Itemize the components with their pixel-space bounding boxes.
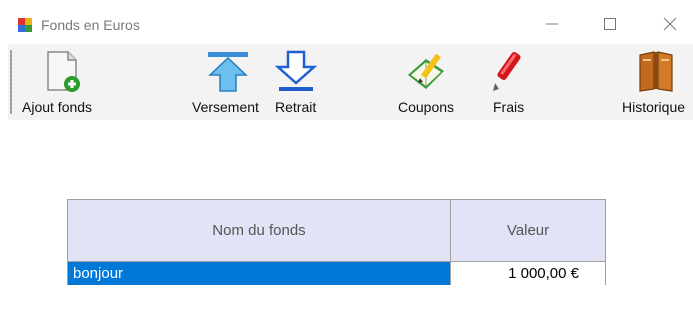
coupons-label: Coupons [398,99,455,115]
history-button[interactable]: Historique [620,44,692,120]
deposit-label: Versement [192,99,259,115]
history-book-icon [639,51,673,92]
cell-fund-name[interactable]: bonjour [68,262,451,285]
add-fund-label: Ajout fonds [22,99,93,115]
app-icon [18,18,32,32]
maximize-icon[interactable] [600,14,620,34]
history-label: Historique [622,99,686,115]
coupons-button[interactable]: Coupons [396,44,460,120]
withdraw-label: Retrait [275,99,317,115]
table-row[interactable]: bonjour 1 000,00 € [68,261,605,285]
funds-grid[interactable]: Nom du fonds Valeur bonjour 1 000,00 € [67,199,606,285]
withdraw-button[interactable]: Retrait [274,44,324,120]
main-window: Fonds en Euros Ajout fonds Versement Ret… [0,0,693,329]
add-document-icon [47,51,80,92]
close-icon[interactable] [660,14,680,34]
fees-button[interactable]: Frais [490,44,530,120]
fees-label: Frais [493,99,525,115]
title-bar: Fonds en Euros [0,0,693,44]
toolbar-grip[interactable] [10,50,12,114]
minimize-icon[interactable] [542,14,562,34]
column-header-value[interactable]: Valeur [451,200,605,261]
book-pencil-icon [408,53,444,89]
cell-fund-value[interactable]: 1 000,00 € [451,262,605,285]
toolbar: Ajout fonds Versement Retrait Coupons Fr… [8,44,693,120]
arrow-up-icon [208,52,248,92]
window-title: Fonds en Euros [41,17,140,33]
column-header-name[interactable]: Nom du fonds [68,200,451,261]
deposit-button[interactable]: Versement [192,44,264,120]
arrow-down-icon [274,50,318,91]
add-fund-button[interactable]: Ajout fonds [20,44,104,120]
red-pen-icon [493,52,521,91]
